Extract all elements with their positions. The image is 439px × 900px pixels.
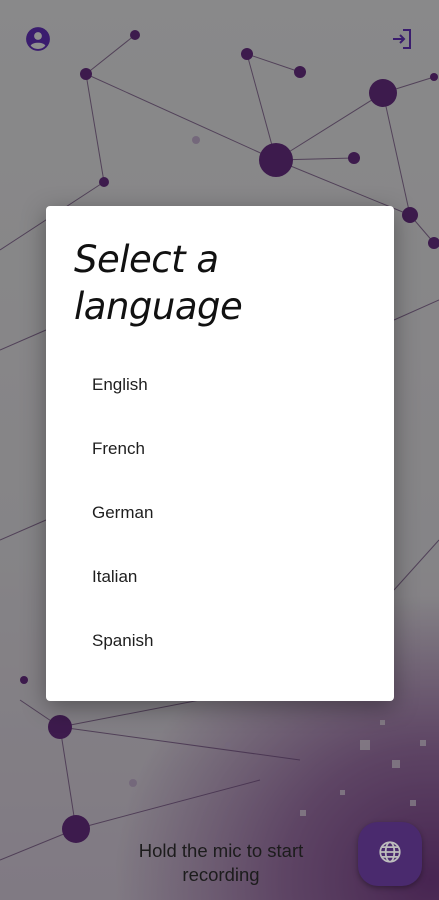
- dialog-title: Select a language: [74, 238, 243, 328]
- language-options-list: English French German Italian Spanish: [46, 353, 394, 673]
- language-dialog: Select a language English French German …: [46, 206, 394, 701]
- logout-icon[interactable]: [389, 26, 415, 52]
- globe-icon: [377, 839, 403, 870]
- language-option-german[interactable]: German: [46, 481, 394, 545]
- recording-hint: Hold the mic to start recording: [138, 840, 304, 885]
- language-fab-button[interactable]: [358, 822, 422, 886]
- account-circle-icon[interactable]: [25, 26, 51, 52]
- language-option-spanish[interactable]: Spanish: [46, 609, 394, 673]
- language-option-italian[interactable]: Italian: [46, 545, 394, 609]
- language-option-english[interactable]: English: [46, 353, 394, 417]
- language-option-french[interactable]: French: [46, 417, 394, 481]
